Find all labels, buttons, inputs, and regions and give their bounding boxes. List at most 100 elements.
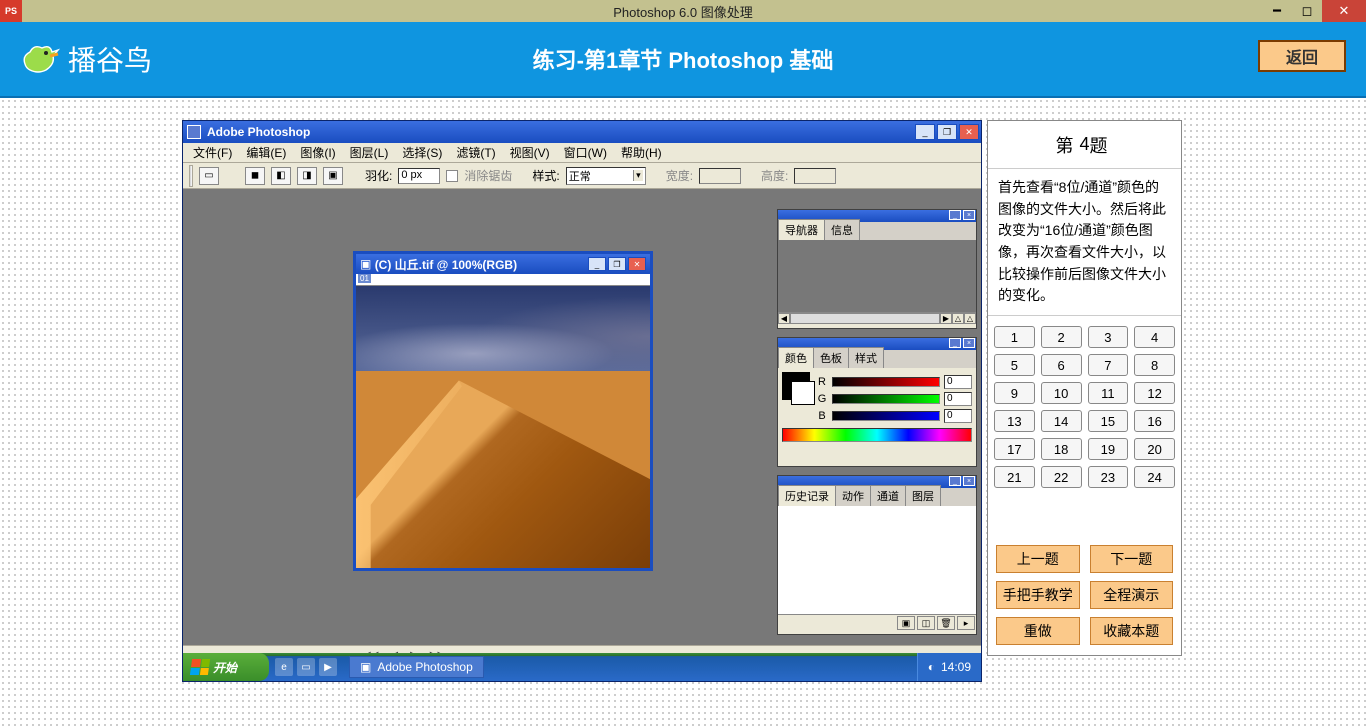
prev-question-button[interactable]: 上一题 [996,545,1080,573]
question-number-button[interactable]: 13 [994,410,1035,432]
menu-item[interactable]: 帮助(H) [615,142,668,163]
question-number-button[interactable]: 7 [1088,354,1129,376]
document-window[interactable]: ▣ (C) 山丘.tif @ 100%(RGB) _ ❐ ✕ 01 [353,251,653,571]
marquee-tool-icon[interactable]: ▭ [199,167,219,185]
menu-item[interactable]: 编辑(E) [240,142,292,163]
g-value[interactable]: 0 [944,392,972,406]
question-number-button[interactable]: 5 [994,354,1035,376]
panel-tab[interactable]: 样式 [848,347,884,368]
panel-close-icon[interactable]: × [963,338,975,348]
panel-tab[interactable]: 动作 [835,485,871,506]
question-number-button[interactable]: 24 [1134,466,1175,488]
question-number-button[interactable]: 16 [1134,410,1175,432]
b-value[interactable]: 0 [944,409,972,423]
panel-tab[interactable]: 色板 [813,347,849,368]
question-number-button[interactable]: 21 [994,466,1035,488]
ps-minimize-button[interactable]: _ [915,124,935,140]
zoom-out-icon[interactable]: △ [952,313,964,324]
ie-icon[interactable]: e [275,658,293,676]
start-button[interactable]: 开始 [183,653,269,681]
navigator-body[interactable] [778,240,976,312]
question-number-button[interactable]: 9 [994,382,1035,404]
r-value[interactable]: 0 [944,375,972,389]
antialias-checkbox[interactable] [446,170,458,182]
menu-item[interactable]: 视图(V) [504,142,556,163]
next-question-button[interactable]: 下一题 [1090,545,1174,573]
document-titlebar[interactable]: ▣ (C) 山丘.tif @ 100%(RGB) _ ❐ ✕ [356,254,650,274]
ps-titlebar[interactable]: Adobe Photoshop _ ❐ ✕ [183,121,981,143]
question-number-button[interactable]: 14 [1041,410,1082,432]
question-number-button[interactable]: 18 [1041,438,1082,460]
spectrum-bar[interactable] [782,428,972,442]
panel-tab[interactable]: 导航器 [778,219,825,240]
panel-menu-icon[interactable]: ▸ [957,616,975,630]
panel-tab[interactable]: 历史记录 [778,485,836,506]
delete-icon[interactable]: 🗑 [937,616,955,630]
r-slider[interactable] [832,377,940,387]
minimize-button[interactable]: ━ [1262,0,1292,22]
question-number-button[interactable]: 15 [1088,410,1129,432]
menu-item[interactable]: 文件(F) [187,142,238,163]
ps-maximize-button[interactable]: ❐ [937,124,957,140]
panel-tab[interactable]: 颜色 [778,347,814,368]
color-swatch[interactable] [782,372,810,400]
maximize-button[interactable]: ◻ [1292,0,1322,22]
scroll-track[interactable] [790,313,940,324]
question-number-button[interactable]: 4 [1134,326,1175,348]
history-body[interactable] [778,506,976,614]
selection-subtract-icon[interactable]: ◨ [297,167,317,185]
panel-minimize-icon[interactable]: _ [949,476,961,486]
system-tray[interactable]: ◐ 14:09 [917,653,981,681]
media-icon[interactable]: ▶ [319,658,337,676]
menu-item[interactable]: 图像(I) [294,142,341,163]
question-number-button[interactable]: 12 [1134,382,1175,404]
menu-item[interactable]: 选择(S) [396,142,448,163]
new-document-icon[interactable]: ◫ [917,616,935,630]
doc-minimize-button[interactable]: _ [588,257,606,271]
document-canvas[interactable] [356,286,650,568]
selection-new-icon[interactable]: ◼ [245,167,265,185]
question-number-button[interactable]: 1 [994,326,1035,348]
new-snapshot-icon[interactable]: ▣ [897,616,915,630]
question-number-button[interactable]: 11 [1088,382,1129,404]
question-number-button[interactable]: 22 [1041,466,1082,488]
return-button[interactable]: 返回 [1258,40,1346,72]
step-by-step-button[interactable]: 手把手教学 [996,581,1080,609]
menu-item[interactable]: 滤镜(T) [450,142,501,163]
scroll-right-icon[interactable]: ▶ [940,313,952,324]
panel-minimize-icon[interactable]: _ [949,338,961,348]
question-number-button[interactable]: 10 [1041,382,1082,404]
selection-add-icon[interactable]: ◧ [271,167,291,185]
panel-close-icon[interactable]: × [963,476,975,486]
doc-close-button[interactable]: ✕ [628,257,646,271]
question-number-button[interactable]: 17 [994,438,1035,460]
question-number-button[interactable]: 2 [1041,326,1082,348]
question-number-button[interactable]: 23 [1088,466,1129,488]
doc-maximize-button[interactable]: ❐ [608,257,626,271]
favorite-button[interactable]: 收藏本题 [1090,617,1174,645]
menu-item[interactable]: 窗口(W) [558,142,613,163]
question-number-button[interactable]: 8 [1134,354,1175,376]
panel-tab[interactable]: 通道 [870,485,906,506]
question-number-button[interactable]: 20 [1134,438,1175,460]
panel-tab[interactable]: 图层 [905,485,941,506]
tray-icon[interactable]: ◐ [928,660,935,674]
feather-input[interactable]: 0 px [398,168,440,184]
desktop-icon[interactable]: ▭ [297,658,315,676]
redo-button[interactable]: 重做 [996,617,1080,645]
panel-tab[interactable]: 信息 [824,219,860,240]
question-number-button[interactable]: 6 [1041,354,1082,376]
menu-item[interactable]: 图层(L) [344,142,395,163]
g-slider[interactable] [832,394,940,404]
zoom-in-icon[interactable]: △ [964,313,976,324]
b-slider[interactable] [832,411,940,421]
selection-intersect-icon[interactable]: ▣ [323,167,343,185]
ps-close-button[interactable]: ✕ [959,124,979,140]
question-number-button[interactable]: 3 [1088,326,1129,348]
question-number-button[interactable]: 19 [1088,438,1129,460]
scroll-left-icon[interactable]: ◀ [778,313,790,324]
full-demo-button[interactable]: 全程演示 [1090,581,1174,609]
taskbar-app[interactable]: ▣ Adobe Photoshop [349,656,484,678]
panel-minimize-icon[interactable]: _ [949,210,961,220]
height-input[interactable] [794,168,836,184]
